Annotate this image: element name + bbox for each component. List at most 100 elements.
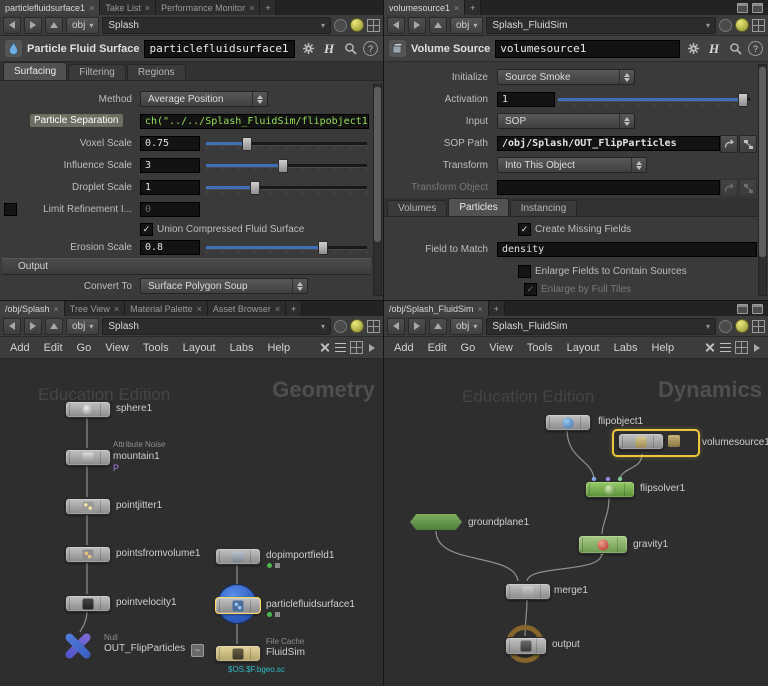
pin-icon[interactable] xyxy=(719,319,732,333)
droplet-scale-field[interactable]: 1 xyxy=(140,180,200,195)
slider-handle[interactable] xyxy=(317,241,328,255)
menu-go[interactable]: Go xyxy=(455,340,482,356)
close-icon[interactable]: × xyxy=(454,3,459,13)
close-icon[interactable]: × xyxy=(197,304,202,314)
houdini-logo-icon[interactable]: H xyxy=(321,41,337,57)
droplet-scale-slider[interactable] xyxy=(206,180,367,195)
node-path-dropdown[interactable]: Splash ▾ xyxy=(102,16,331,34)
node-merge1[interactable] xyxy=(505,583,551,600)
tab-asset-browser[interactable]: Asset Browser × xyxy=(207,301,287,316)
close-icon[interactable]: × xyxy=(249,3,254,13)
menu-go[interactable]: Go xyxy=(71,340,98,356)
forward-button[interactable] xyxy=(24,317,42,335)
tab-regions[interactable]: Regions xyxy=(126,64,186,80)
node-name-field[interactable]: volumesource1 xyxy=(495,39,680,58)
activation-slider[interactable] xyxy=(558,92,750,107)
context-dropdown[interactable]: obj ▾ xyxy=(66,16,100,34)
activation-field[interactable]: 1 xyxy=(497,92,555,107)
gear-icon[interactable] xyxy=(300,41,316,57)
tab-particlefluidsurface1[interactable]: particlefluidsurface1 × xyxy=(0,0,101,15)
menu-layout[interactable]: Layout xyxy=(561,340,606,356)
node-output[interactable] xyxy=(505,637,547,655)
node-chooser-button[interactable] xyxy=(739,135,757,153)
play-icon[interactable] xyxy=(365,341,379,355)
help-icon[interactable]: ? xyxy=(748,41,763,56)
union-compressed-checkbox[interactable]: ✓ xyxy=(140,223,153,236)
param-label-highlighted[interactable]: Particle Separation xyxy=(30,114,123,127)
convert-to-dropdown[interactable]: Surface Polygon Soup xyxy=(140,278,308,294)
scrollbar-thumb[interactable] xyxy=(374,87,381,242)
pane-float-icon[interactable] xyxy=(752,303,763,314)
tab-obj-splash[interactable]: /obj/Splash × xyxy=(0,301,65,316)
slider-handle[interactable] xyxy=(277,159,288,173)
list-icon[interactable] xyxy=(718,341,732,355)
node-name-field[interactable]: particlefluidsurface1 xyxy=(144,39,295,58)
menu-help[interactable]: Help xyxy=(261,340,296,356)
pane-layout-icon[interactable] xyxy=(367,18,380,32)
transform-object-field[interactable] xyxy=(497,180,720,195)
help-icon[interactable]: ? xyxy=(363,41,378,56)
erosion-scale-slider[interactable] xyxy=(206,240,367,255)
node-pointvelocity1[interactable] xyxy=(65,595,111,612)
pin-icon[interactable] xyxy=(719,18,732,32)
limit-refinement-field[interactable]: 0 xyxy=(140,202,200,217)
up-button[interactable] xyxy=(429,317,447,335)
new-tab-button[interactable]: + xyxy=(260,0,277,15)
parameters-scrollbar[interactable] xyxy=(758,64,767,296)
tab-particles[interactable]: Particles xyxy=(448,198,509,216)
menu-add[interactable]: Add xyxy=(388,340,420,356)
particle-separation-field[interactable]: ch("../../Splash_FluidSim/flipobject1/pa xyxy=(140,114,369,129)
close-icon[interactable]: × xyxy=(89,3,94,13)
close-icon[interactable]: × xyxy=(114,304,119,314)
method-dropdown[interactable]: Average Position xyxy=(140,91,268,107)
menu-edit[interactable]: Edit xyxy=(38,340,69,356)
menu-add[interactable]: Add xyxy=(4,340,36,356)
network-canvas[interactable]: Education Edition Dynamics flipobject1 v… xyxy=(384,359,768,686)
tab-take-list[interactable]: Take List × xyxy=(100,0,157,15)
voxel-scale-slider[interactable] xyxy=(206,136,367,151)
slider-handle[interactable] xyxy=(738,93,749,107)
tab-tree-view[interactable]: Tree View × xyxy=(64,301,126,316)
menu-labs[interactable]: Labs xyxy=(608,340,644,356)
node-groundplane1[interactable] xyxy=(410,514,462,530)
menu-edit[interactable]: Edit xyxy=(422,340,453,356)
menu-view[interactable]: View xyxy=(99,340,135,356)
menu-tools[interactable]: Tools xyxy=(137,340,175,356)
scrollbar-thumb[interactable] xyxy=(759,67,766,257)
node-out-flipparticles[interactable] xyxy=(63,631,93,661)
node-path-dropdown[interactable]: Splash_FluidSim ▾ xyxy=(486,16,716,34)
play-icon[interactable] xyxy=(750,341,764,355)
field-to-match-field[interactable]: density xyxy=(497,242,757,257)
pane-menu-icon[interactable] xyxy=(737,2,748,13)
parameters-scrollbar[interactable] xyxy=(373,84,382,296)
close-icon[interactable]: × xyxy=(54,304,59,314)
influence-scale-slider[interactable] xyxy=(206,158,367,173)
link-indicator-icon[interactable] xyxy=(350,18,364,32)
pane-menu-icon[interactable] xyxy=(737,303,748,314)
sop-path-field[interactable]: /obj/Splash/OUT_FlipParticles xyxy=(497,136,720,151)
new-tab-button[interactable]: + xyxy=(488,301,505,316)
tab-performance-monitor[interactable]: Performance Monitor × xyxy=(156,0,261,15)
create-missing-fields-checkbox[interactable]: ✓ xyxy=(518,223,531,236)
link-indicator-icon[interactable] xyxy=(350,319,364,333)
close-icon[interactable]: × xyxy=(478,304,483,314)
back-button[interactable] xyxy=(387,16,405,34)
tab-filtering[interactable]: Filtering xyxy=(68,64,126,80)
list-icon[interactable] xyxy=(333,341,347,355)
node-path-dropdown[interactable]: Splash ▾ xyxy=(102,317,331,335)
pin-icon[interactable] xyxy=(334,319,347,333)
menu-help[interactable]: Help xyxy=(645,340,680,356)
node-pointsfromvolume1[interactable] xyxy=(65,546,111,563)
node-flipobject1[interactable] xyxy=(545,414,591,431)
houdini-logo-icon[interactable]: H xyxy=(706,41,722,57)
tools-icon[interactable] xyxy=(702,341,716,355)
gear-icon[interactable] xyxy=(685,41,701,57)
new-tab-button[interactable]: + xyxy=(465,0,482,15)
pin-icon[interactable] xyxy=(334,18,347,32)
slider-handle[interactable] xyxy=(242,137,253,151)
node-flipsolver1[interactable] xyxy=(585,481,635,498)
back-button[interactable] xyxy=(3,16,21,34)
grid-icon[interactable] xyxy=(349,341,363,355)
context-dropdown[interactable]: obj ▾ xyxy=(66,317,100,335)
search-icon[interactable] xyxy=(342,41,358,57)
